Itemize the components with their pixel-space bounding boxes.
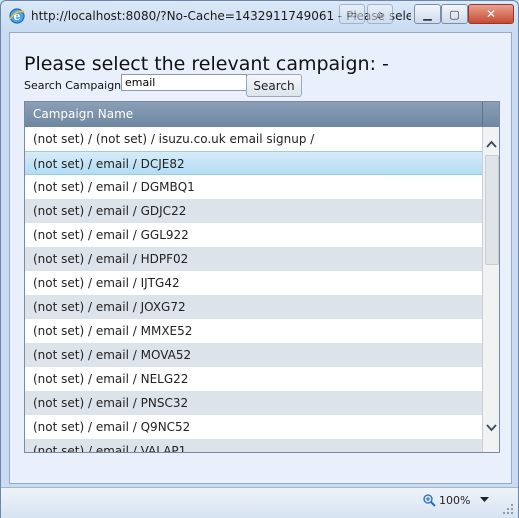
minimize-button[interactable]: ▁ <box>414 4 441 24</box>
scroll-up-icon[interactable] <box>483 137 499 151</box>
home-icon[interactable]: ⌂ <box>367 4 393 24</box>
grid-scrollbar[interactable] <box>482 127 499 452</box>
dialog-heading: Please select the relevant campaign: - <box>24 53 389 75</box>
search-button[interactable]: Search <box>246 74 302 97</box>
table-row[interactable]: (not set) / email / MOVA52 <box>25 343 482 367</box>
campaign-rows: (not set) / (not set) / isuzu.co.uk emai… <box>25 127 482 452</box>
scroll-thumb[interactable] <box>485 155 499 265</box>
table-row[interactable]: (not set) / email / PNSC32 <box>25 391 482 415</box>
scroll-down-icon[interactable] <box>483 421 499 435</box>
resize-grip-icon[interactable] <box>501 502 515 516</box>
table-row[interactable]: (not set) / email / GGL922 <box>25 223 482 247</box>
table-row[interactable]: (not set) / email / IJTG42 <box>25 271 482 295</box>
zoom-control[interactable]: 100% <box>423 494 470 507</box>
table-row[interactable]: (not set) / email / VALAP1 <box>25 439 482 452</box>
browser-popup-window: e http://localhost:8080/?No-Cache=143291… <box>0 0 519 518</box>
tab-icon[interactable]: ▭ <box>339 4 365 24</box>
table-row[interactable]: (not set) / email / DGMBQ1 <box>25 175 482 199</box>
table-row[interactable]: (not set) / email / HDPF02 <box>25 247 482 271</box>
maximize-button[interactable]: ▢ <box>441 4 468 24</box>
table-row[interactable]: (not set) / (not set) / isuzu.co.uk emai… <box>25 127 482 151</box>
search-input[interactable] <box>121 74 247 91</box>
dialog-content: Please select the relevant campaign: - S… <box>9 32 512 484</box>
header-corner <box>482 102 499 127</box>
search-label: Search Campaigns: <box>24 79 131 92</box>
status-bar: 100% <box>1 487 518 518</box>
table-row[interactable]: (not set) / email / GDJC22 <box>25 199 482 223</box>
campaign-grid: Campaign Name (not set) / (not set) / is… <box>24 101 500 453</box>
table-row[interactable]: (not set) / email / MMXE52 <box>25 319 482 343</box>
chevron-down-icon[interactable] <box>480 497 489 503</box>
table-row-selected[interactable]: (not set) / email / DCJE82 <box>25 151 482 175</box>
close-button[interactable]: ✕ <box>468 4 514 24</box>
zoom-icon <box>423 494 436 507</box>
title-bar[interactable]: e http://localhost:8080/?No-Cache=143291… <box>1 1 518 31</box>
zoom-level: 100% <box>439 494 471 507</box>
table-row[interactable]: (not set) / email / NELG22 <box>25 367 482 391</box>
column-header-campaign-name[interactable]: Campaign Name <box>25 102 482 127</box>
ie-icon: e <box>9 8 25 24</box>
table-row[interactable]: (not set) / email / Q9NC52 <box>25 415 482 439</box>
table-row[interactable]: (not set) / email / JOXG72 <box>25 295 482 319</box>
